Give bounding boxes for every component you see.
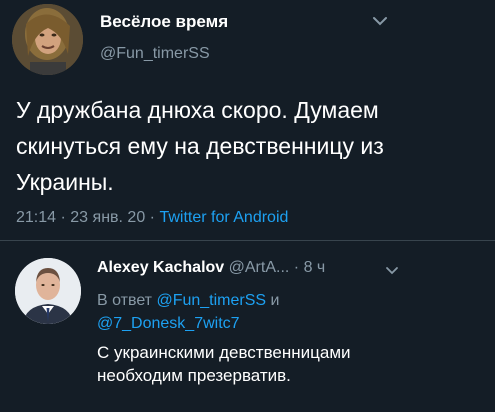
reply-time: 8 ч: [303, 259, 326, 276]
meta-separator: ·: [149, 209, 155, 226]
reply-text: С украинскими девственницами необходим п…: [97, 343, 351, 385]
avatar[interactable]: [12, 4, 83, 75]
reply-to-prefix: В ответ: [97, 292, 153, 309]
reply-author-name[interactable]: Alexey Kachalov: [97, 259, 224, 276]
reply-to-conjunction: и: [270, 292, 280, 309]
reply-tweet[interactable]: Alexey Kachalov @ArtA... · 8 ч В ответ @…: [0, 241, 495, 412]
author-name[interactable]: Весёлое время: [100, 12, 228, 32]
chevron-down-icon[interactable]: [371, 14, 389, 28]
mention-link[interactable]: @7_Donesk_7witc7: [97, 315, 240, 332]
tweet-meta: 21:14 · 23 янв. 20 · Twitter for Android: [16, 209, 288, 227]
tweet-text: У дружбана днюха скоро. Думаем скинуться…: [16, 97, 384, 195]
reply-author-handle[interactable]: @ArtA...: [229, 259, 290, 276]
author-handle[interactable]: @Fun_timerSS: [100, 45, 210, 63]
reply-context: В ответ @Fun_timerSS и @7_Donesk_7witc7: [97, 289, 397, 335]
tweet-source-link[interactable]: Twitter for Android: [159, 209, 288, 226]
avatar[interactable]: [15, 258, 81, 324]
main-tweet: Весёлое время @Fun_timerSS У дружбана дн…: [0, 0, 495, 240]
meta-separator: ·: [293, 259, 300, 276]
tweet-date: 23 янв. 20: [70, 209, 146, 226]
mention-link[interactable]: @Fun_timerSS: [156, 292, 266, 309]
tweet-time: 21:14: [16, 209, 57, 226]
meta-separator: ·: [60, 209, 66, 226]
reply-header: Alexey Kachalov @ArtA... · 8 ч: [97, 259, 325, 277]
chevron-down-icon[interactable]: [385, 263, 399, 275]
